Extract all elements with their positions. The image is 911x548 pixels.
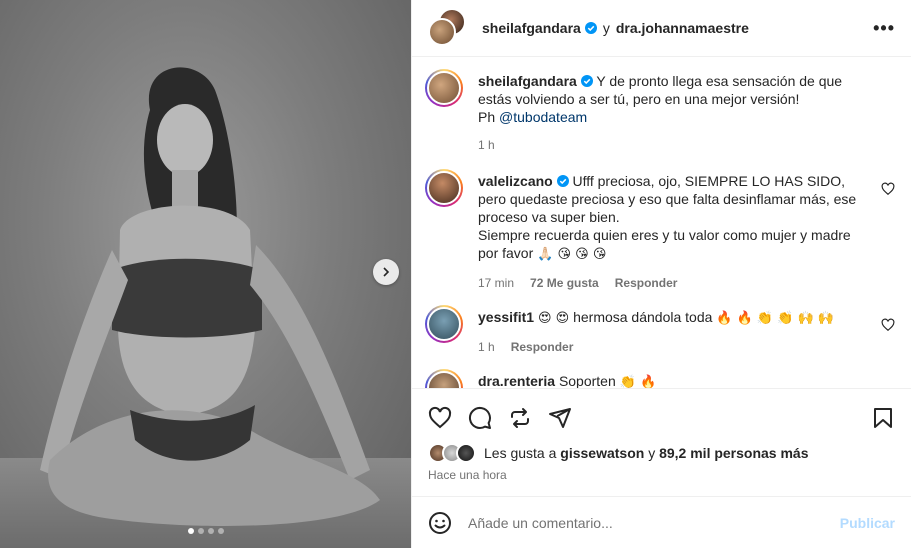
likes-prefix: Les gusta a xyxy=(484,445,557,461)
avatar[interactable] xyxy=(425,305,463,343)
carousel-dot xyxy=(207,528,214,534)
avatar[interactable] xyxy=(425,69,463,107)
mention-link[interactable]: @tubodateam xyxy=(499,109,587,125)
carousel-dot xyxy=(197,528,204,534)
verified-icon xyxy=(580,75,593,87)
next-image-button[interactable] xyxy=(373,259,399,285)
avatar[interactable] xyxy=(425,369,463,388)
post-panel: sheilafgandara y dra.johannamaestre ••• … xyxy=(411,0,911,548)
comment: dra.renteria Soporten 👏 🔥 xyxy=(425,369,895,388)
like-comment-heart-icon[interactable] xyxy=(881,318,895,332)
comment-emojis: 🙏🏻 😘 😘 😘 xyxy=(537,247,607,262)
share-icon[interactable] xyxy=(548,406,572,430)
avatar xyxy=(428,18,456,46)
comment-emojis: 🔥 🔥 👏 👏 🙌 🙌 xyxy=(716,311,835,326)
caption: sheilafgandara Y de pronto llega esa sen… xyxy=(425,69,895,154)
comment-likes[interactable]: 72 Me gusta xyxy=(530,274,599,292)
comment-icon[interactable] xyxy=(468,406,492,430)
comment-emojis: 👏 🔥 xyxy=(619,375,657,388)
credit-prefix: Ph xyxy=(478,109,496,125)
comment: yessifit1 😍 😍 hermosa dándola toda 🔥 🔥 👏… xyxy=(425,305,895,356)
like-heart-icon[interactable] xyxy=(428,406,452,430)
action-bar xyxy=(412,388,911,446)
add-comment-bar: Publicar xyxy=(412,496,911,548)
comment: valelizcano Ufff preciosa, ojo, SIEMPRE … xyxy=(425,169,895,292)
likes-others[interactable]: 89,2 mil personas más xyxy=(659,445,808,461)
verified-icon xyxy=(556,175,569,187)
reply-button[interactable]: Responder xyxy=(511,338,574,356)
comment-input[interactable] xyxy=(468,514,840,531)
emoji-smile-icon[interactable] xyxy=(428,511,452,535)
collaborator-username[interactable]: dra.johannamaestre xyxy=(616,20,749,36)
photo-subject xyxy=(40,67,380,526)
avatar xyxy=(456,443,476,463)
save-bookmark-icon[interactable] xyxy=(871,406,895,430)
comments-list: sheilafgandara Y de pronto llega esa sen… xyxy=(412,58,911,388)
avatar[interactable] xyxy=(425,169,463,207)
reply-button[interactable]: Responder xyxy=(615,274,678,292)
caption-username[interactable]: sheilafgandara xyxy=(478,73,577,89)
comment-username[interactable]: yessifit1 xyxy=(478,309,534,325)
likes-summary: Les gusta a gissewatson y 89,2 mil perso… xyxy=(428,443,895,463)
comment-username[interactable]: valelizcano xyxy=(478,173,553,189)
more-options-button[interactable]: ••• xyxy=(873,18,895,39)
post-timestamp: Hace una hora xyxy=(428,468,507,482)
carousel-dot xyxy=(217,528,224,534)
caption-time: 1 h xyxy=(478,138,495,152)
comment-text: Soporten xyxy=(558,373,616,388)
comment-username[interactable]: dra.renteria xyxy=(478,373,555,388)
likes-user[interactable]: gissewatson xyxy=(560,445,644,461)
verified-icon xyxy=(584,22,597,34)
author-username[interactable]: sheilafgandara xyxy=(482,20,581,36)
carousel-dots xyxy=(187,528,224,534)
carousel-dot xyxy=(187,528,194,534)
repost-icon[interactable] xyxy=(508,406,532,430)
like-comment-heart-icon[interactable] xyxy=(881,182,895,196)
comment-text: Siempre recuerda quien eres y tu valor c… xyxy=(478,227,851,261)
likes-connector: y xyxy=(648,445,656,461)
comment-time: 1 h xyxy=(478,340,495,354)
comment-emojis: 😍 😍 xyxy=(537,311,570,326)
post-comment-button[interactable]: Publicar xyxy=(840,515,895,531)
post-image[interactable] xyxy=(0,0,411,548)
post-authors: sheilafgandara y dra.johannamaestre xyxy=(482,20,873,36)
comment-time: 17 min xyxy=(478,276,515,290)
comment-text: hermosa dándola toda xyxy=(573,309,713,325)
connector-text: y xyxy=(602,20,610,36)
collab-avatars[interactable] xyxy=(428,8,468,48)
post-header: sheilafgandara y dra.johannamaestre ••• xyxy=(412,0,911,57)
chevron-right-icon xyxy=(383,267,390,277)
